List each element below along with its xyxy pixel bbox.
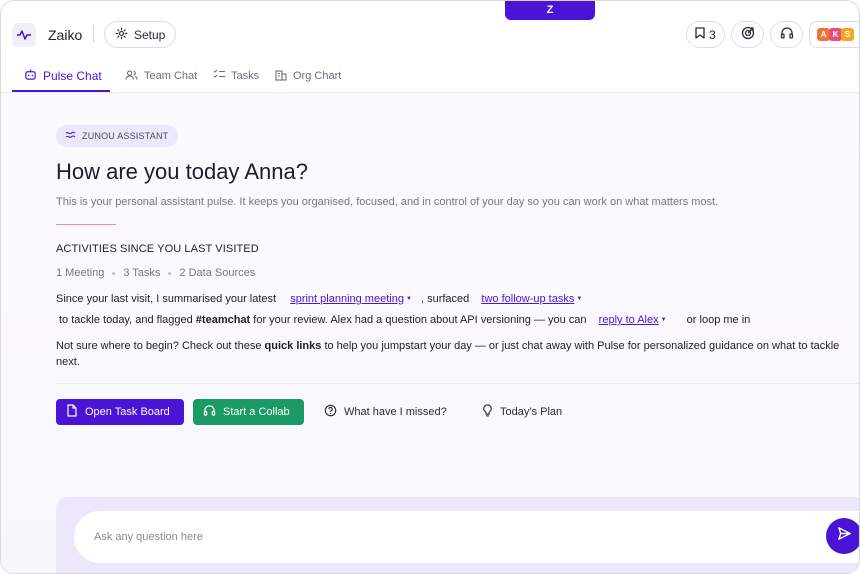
- bot-icon: [24, 68, 37, 84]
- assistant-badge: ZUNOU ASSISTANT: [56, 125, 179, 147]
- chevron-down-icon[interactable]: ▼: [661, 317, 667, 323]
- summary-line-1: Since your last visit, I summarised your…: [56, 291, 582, 307]
- headset-icon: [780, 26, 794, 43]
- chevron-down-icon[interactable]: ▼: [406, 296, 412, 302]
- button-label: Start a Collab: [223, 406, 290, 418]
- tab-team-chat[interactable]: Team Chat: [125, 59, 197, 93]
- bookmark-count: 3: [709, 27, 716, 42]
- workspace-name[interactable]: Zaiko: [48, 27, 82, 43]
- support-button[interactable]: [770, 21, 803, 48]
- summary-line-2: to tackle today, and flagged #teamchat f…: [59, 312, 750, 328]
- header: Zaiko Setup 3 A K S: [1, 1, 859, 57]
- summary-text: or loop me in: [686, 314, 751, 326]
- stat-tasks: 3 Tasks: [123, 267, 161, 279]
- pulse-logo-icon[interactable]: [12, 23, 36, 47]
- question-icon: [324, 404, 337, 420]
- section-divider: [56, 383, 859, 384]
- guidance-text: to help you jumpstart your day — or just…: [324, 340, 808, 352]
- quick-links-text: quick links: [264, 340, 322, 352]
- badge-label: ZUNOU ASSISTANT: [82, 131, 169, 141]
- activities-title: ACTIVITIES SINCE YOU LAST VISITED: [56, 243, 259, 255]
- open-task-board-button[interactable]: Open Task Board: [56, 399, 184, 425]
- stat-separator: [112, 271, 116, 275]
- question-input[interactable]: [74, 511, 859, 563]
- teamchat-hashtag[interactable]: #teamchat: [196, 314, 250, 326]
- chevron-down-icon[interactable]: ▼: [576, 296, 582, 302]
- tab-org-chart[interactable]: Org Chart: [275, 59, 341, 93]
- tab-label: Pulse Chat: [43, 69, 102, 83]
- guidance-text: Not sure where to begin? Check out these: [56, 340, 262, 352]
- app-window: Z Zaiko Setup 3 A K S Pulse Chat Team Ch…: [0, 0, 860, 574]
- stat-data-sources: 2 Data Sources: [179, 267, 256, 279]
- link-text: sprint planning meeting: [290, 293, 404, 305]
- gear-icon: [115, 27, 128, 43]
- summary-text: Since your last visit, I summarised your…: [56, 293, 277, 305]
- active-tab-indicator: [12, 90, 110, 92]
- todays-plan-button[interactable]: Today’s Plan: [472, 399, 572, 425]
- tab-label: Team Chat: [144, 70, 198, 82]
- send-icon: [837, 526, 852, 546]
- headset-icon: [203, 404, 216, 420]
- checklist-icon: [213, 69, 225, 83]
- reply-to-alex-link[interactable]: reply to Alex: [599, 314, 659, 326]
- user-avatars[interactable]: A K S: [809, 21, 859, 48]
- tab-label: Org Chart: [293, 70, 342, 82]
- goals-button[interactable]: [731, 21, 764, 48]
- greeting-heading: How are you today Anna?: [56, 159, 308, 184]
- setup-button[interactable]: Setup: [104, 21, 177, 48]
- link-text: two follow-up tasks: [481, 293, 575, 305]
- header-divider: [93, 25, 94, 43]
- lightbulb-icon: [482, 404, 493, 420]
- setup-label: Setup: [134, 27, 166, 42]
- avatar: S: [841, 28, 854, 41]
- nav-tabs: Pulse Chat Team Chat Tasks Org Chart: [1, 59, 859, 93]
- building-icon: [275, 69, 287, 84]
- what-have-i-missed-button[interactable]: What have I missed?: [314, 399, 457, 425]
- button-label: What have I missed?: [344, 406, 447, 418]
- sprint-planning-meeting-link[interactable]: sprint planning meeting: [290, 293, 404, 305]
- start-collab-button[interactable]: Start a Collab: [193, 399, 304, 425]
- document-icon: [66, 404, 78, 420]
- button-label: Today’s Plan: [500, 406, 563, 418]
- tab-tasks[interactable]: Tasks: [213, 59, 259, 93]
- follow-up-tasks-link[interactable]: two follow-up tasks: [481, 293, 574, 305]
- bookmarks-button[interactable]: 3: [686, 21, 725, 48]
- tab-label: Tasks: [231, 70, 260, 82]
- greeting-subtitle: This is your personal assistant pulse. I…: [56, 196, 719, 208]
- stat-meetings: 1 Meeting: [56, 267, 105, 279]
- summary-text: , surfaced: [420, 293, 470, 305]
- link-text: reply to Alex: [598, 314, 659, 326]
- target-icon: [741, 26, 755, 43]
- bookmark-icon: [695, 27, 705, 42]
- users-icon: [125, 69, 138, 84]
- send-button[interactable]: [826, 518, 859, 554]
- summary-text: to tackle today, and flagged: [59, 314, 193, 326]
- summary-text: for your review. Alex had a question abo…: [253, 314, 587, 326]
- accent-divider: [56, 224, 116, 225]
- stat-separator: [168, 271, 172, 275]
- activity-stats: 1 Meeting 3 Tasks 2 Data Sources: [56, 267, 255, 279]
- button-label: Open Task Board: [85, 406, 170, 418]
- tab-pulse-chat[interactable]: Pulse Chat: [24, 59, 102, 93]
- sparkle-icon: [65, 130, 76, 142]
- guidance-paragraph: Not sure where to begin? Check out these…: [56, 338, 859, 370]
